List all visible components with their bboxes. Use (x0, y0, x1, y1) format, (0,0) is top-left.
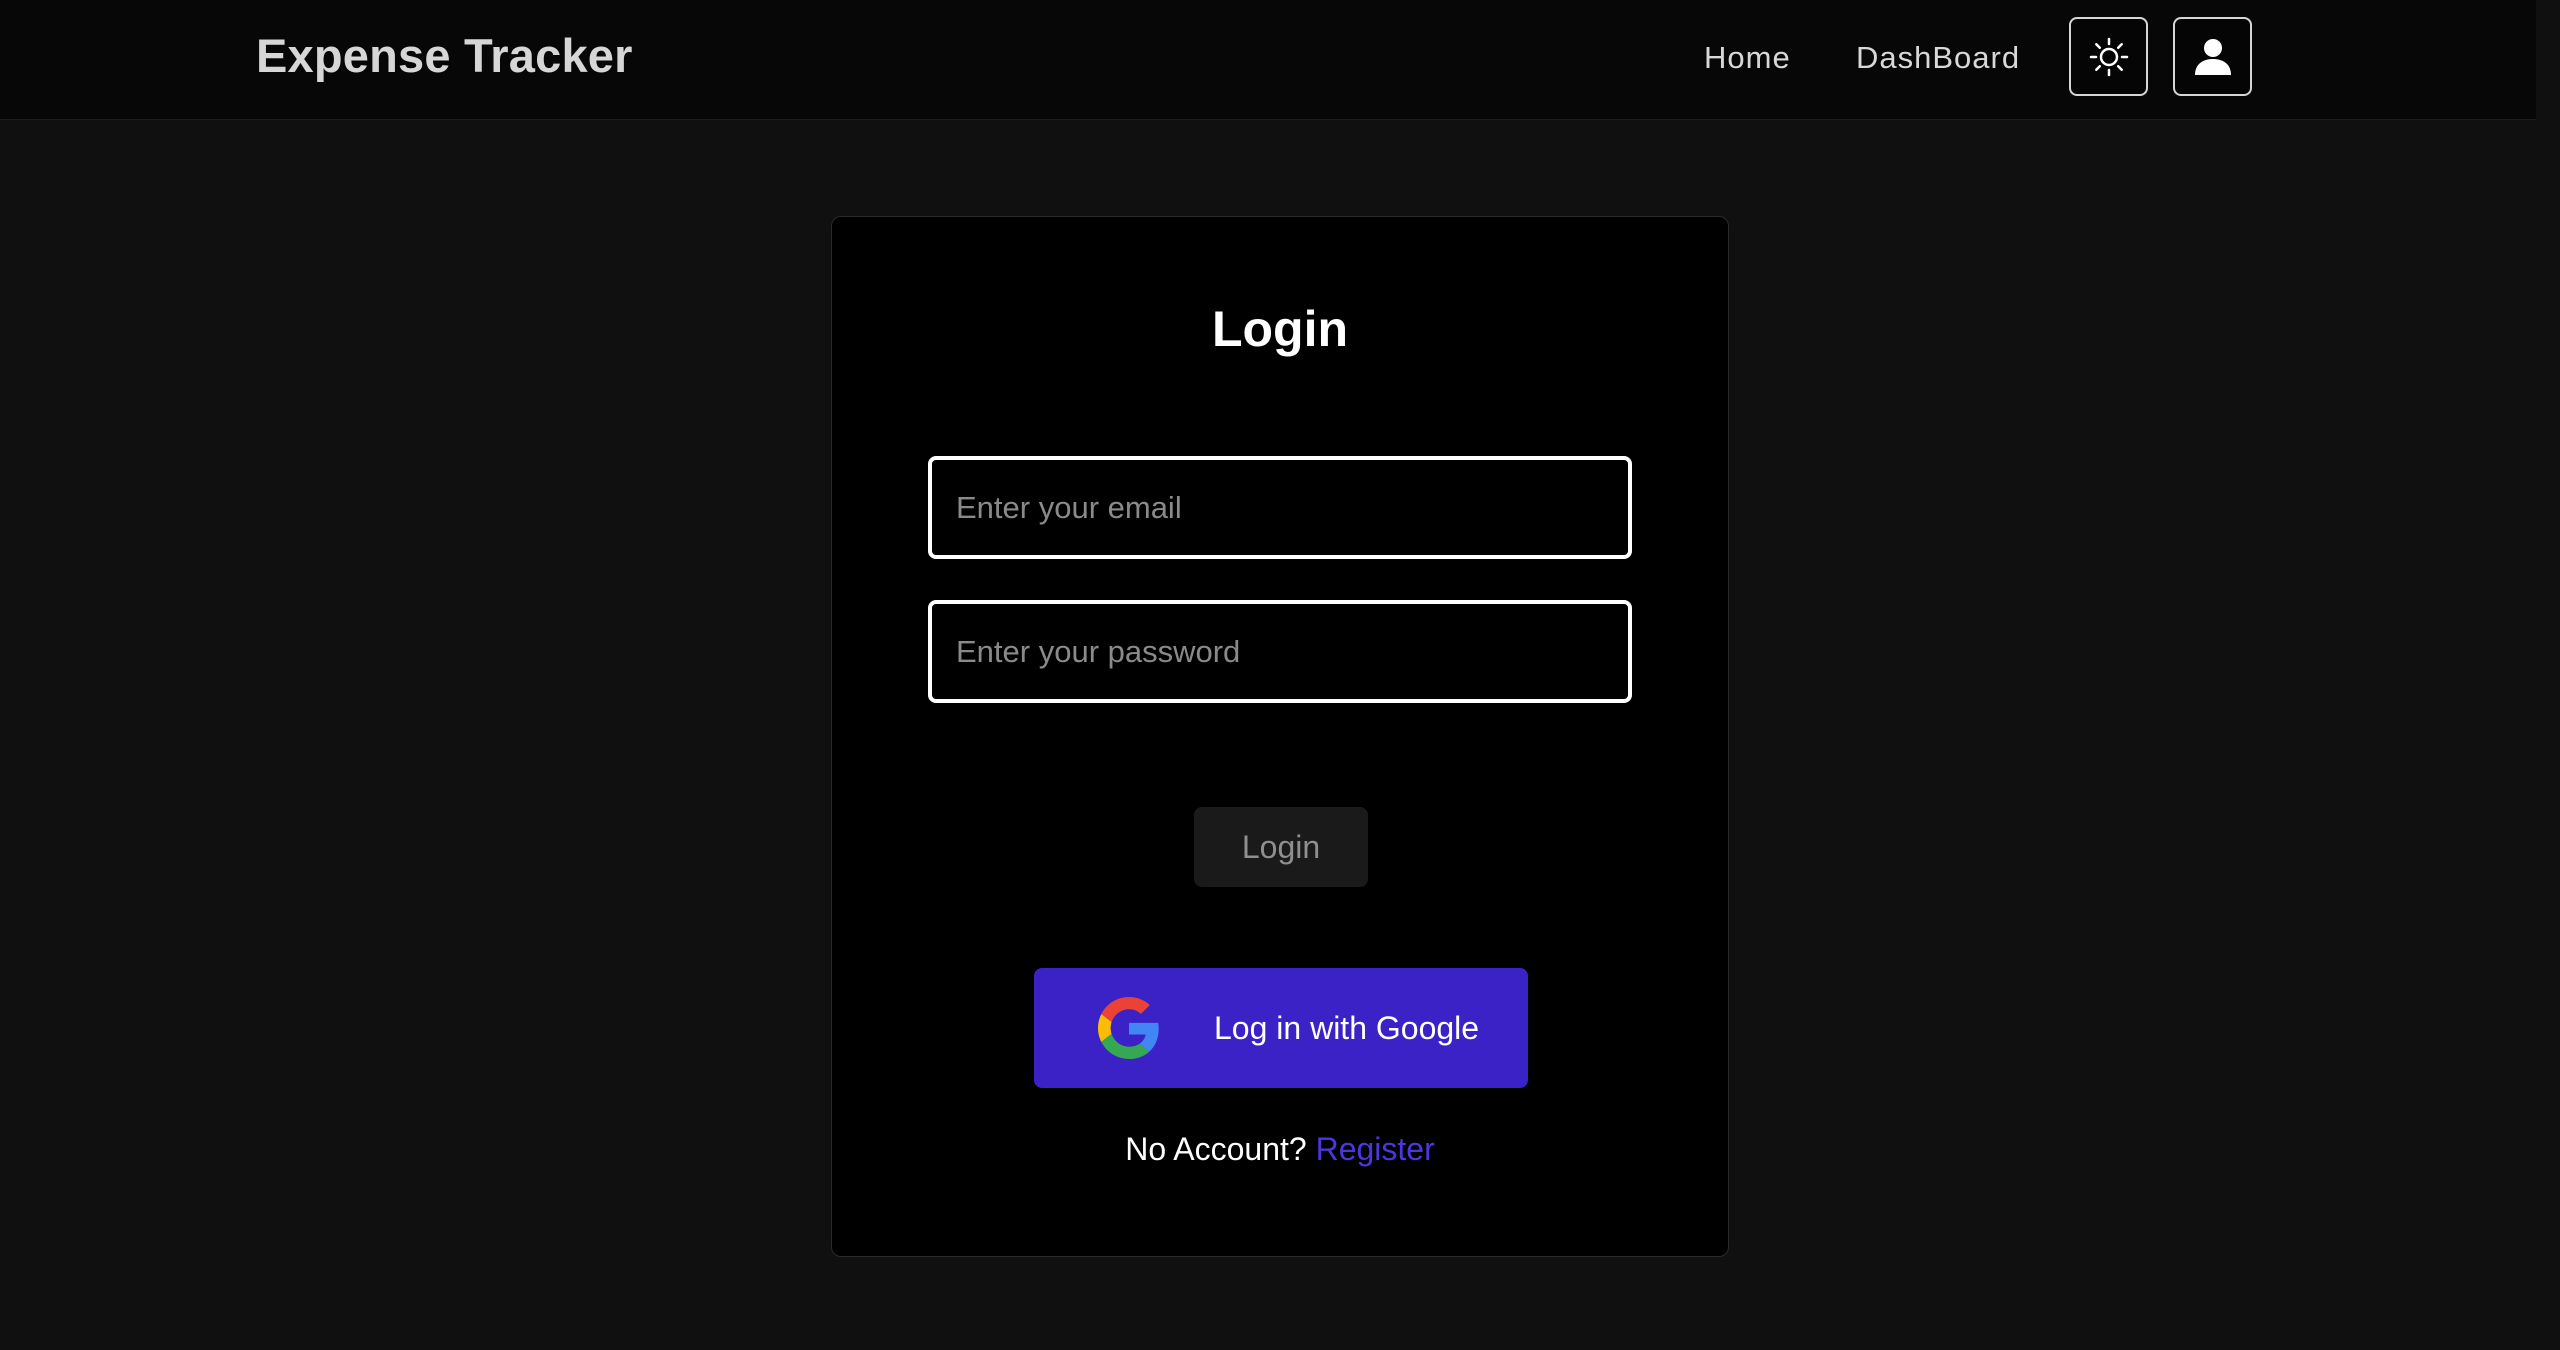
nav-home-link[interactable]: Home (1704, 38, 1791, 78)
login-title: Login (1211, 301, 1349, 357)
register-link[interactable]: Register (1316, 1131, 1435, 1167)
login-button[interactable]: Login (1194, 807, 1368, 887)
nav-dashboard-link[interactable]: DashBoard (1856, 38, 2020, 78)
google-login-button[interactable]: Log in with Google (1034, 968, 1528, 1088)
app-title[interactable]: Expense Tracker (256, 28, 633, 84)
email-input[interactable] (928, 456, 1632, 559)
register-prompt: No Account? Register (832, 1129, 1728, 1169)
sun-icon (2089, 37, 2128, 76)
theme-toggle-button[interactable] (2069, 17, 2148, 96)
top-navigation-bar: Expense Tracker Home DashBoard (0, 0, 2536, 120)
no-account-text: No Account? (1125, 1131, 1307, 1167)
google-logo-icon (1098, 997, 1159, 1059)
login-card: Login Login Log in with Google No Accoun… (831, 216, 1729, 1257)
account-button[interactable] (2173, 17, 2252, 96)
user-icon (2194, 38, 2231, 75)
password-input[interactable] (928, 600, 1632, 703)
google-login-label: Log in with Google (1214, 1010, 1480, 1046)
